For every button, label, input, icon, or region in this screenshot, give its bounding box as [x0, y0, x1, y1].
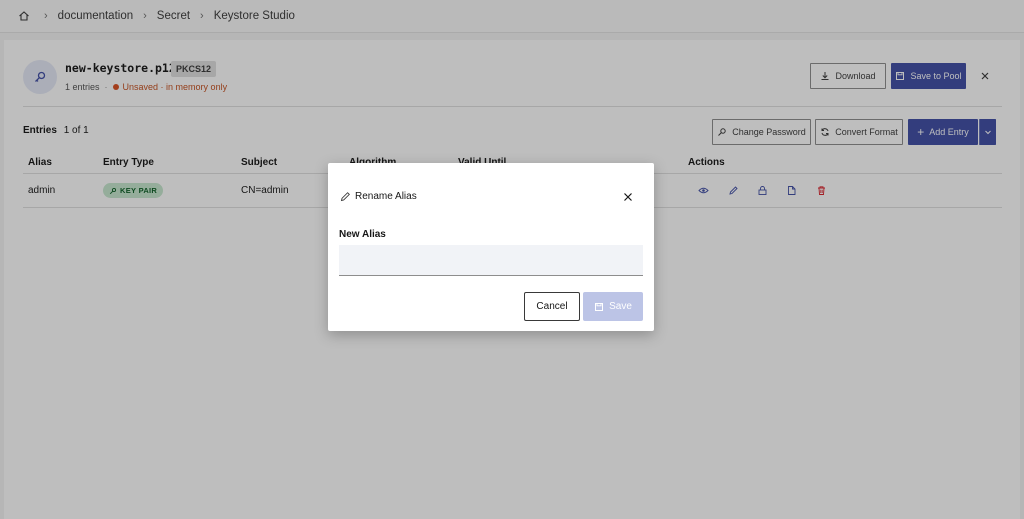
cancel-button[interactable]: Cancel: [524, 292, 580, 321]
save-icon: [595, 302, 604, 311]
save-button[interactable]: Save: [583, 292, 643, 321]
modal-header: Rename Alias: [340, 191, 417, 202]
save-label: Save: [609, 301, 632, 312]
close-icon[interactable]: [621, 190, 635, 204]
new-alias-label: New Alias: [339, 229, 386, 240]
new-alias-input[interactable]: [339, 245, 643, 276]
rename-alias-modal: Rename Alias New Alias Cancel Save: [328, 163, 654, 331]
pencil-icon: [340, 192, 350, 202]
modal-title: Rename Alias: [355, 191, 417, 202]
